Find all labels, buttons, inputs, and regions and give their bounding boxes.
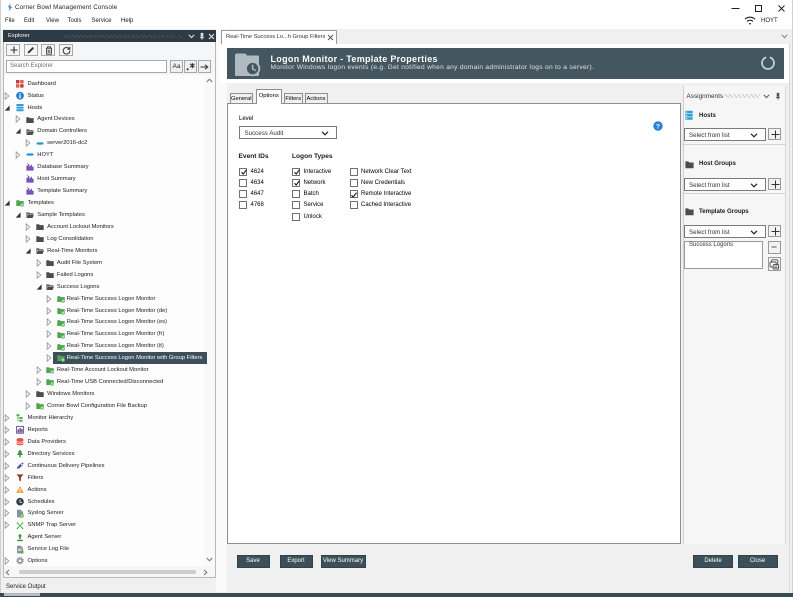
svg-text:?: ?: [656, 123, 660, 130]
